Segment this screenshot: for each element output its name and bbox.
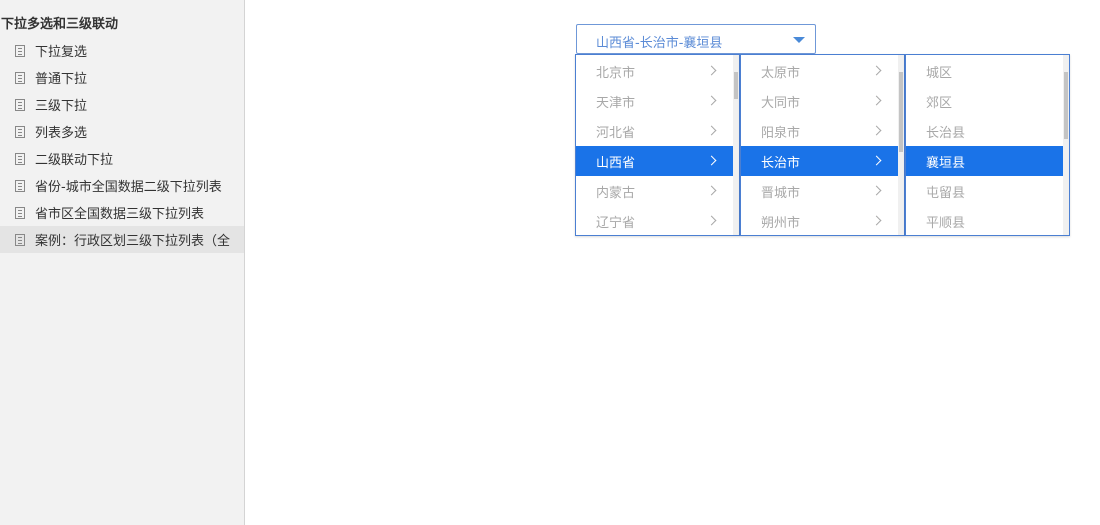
- county-option[interactable]: 平顺县: [906, 206, 1063, 235]
- county-scrollbar[interactable]: [1063, 55, 1069, 235]
- city-option[interactable]: 晋城市: [741, 176, 898, 206]
- option-label: 辽宁省: [596, 215, 636, 231]
- chevron-right-icon: [706, 95, 717, 106]
- option-label: 北京市: [596, 65, 636, 81]
- sidebar-item-label: 列表多选: [35, 126, 88, 141]
- city-option[interactable]: 大同市: [741, 86, 898, 116]
- county-option[interactable]: 长治县: [906, 116, 1063, 146]
- option-label: 长治县: [926, 125, 966, 141]
- chevron-right-icon: [706, 155, 717, 166]
- sidebar-item-label: 三级下拉: [35, 99, 88, 114]
- sidebar-title: 下拉多选和三级联动: [1, 17, 119, 32]
- sidebar-item-province-city[interactable]: 省份-城市全国数据二级下拉列表: [0, 172, 244, 199]
- document-icon: [15, 233, 25, 246]
- city-panel: 太原市 大同市 阳泉市 长治市 晋城市 朔州市: [740, 54, 905, 236]
- scrollbar-thumb[interactable]: [734, 72, 738, 99]
- county-option-selected[interactable]: 襄垣县: [906, 146, 1063, 176]
- county-panel: 城区 郊区 长治县 襄垣县 屯留县 平顺县: [905, 54, 1070, 236]
- sidebar-item-two-level-linkage[interactable]: 二级联动下拉: [0, 145, 244, 172]
- sidebar-item-admin-division-case[interactable]: 案例：行政区划三级下拉列表（全: [0, 226, 244, 253]
- province-option[interactable]: 天津市: [576, 86, 733, 116]
- option-label: 平顺县: [926, 215, 966, 231]
- chevron-right-icon: [871, 155, 882, 166]
- chevron-right-icon: [706, 125, 717, 136]
- chevron-right-icon: [706, 215, 717, 226]
- sidebar-item-normal-dropdown[interactable]: 普通下拉: [0, 64, 244, 91]
- caret-down-icon[interactable]: [793, 37, 805, 43]
- option-label: 天津市: [596, 95, 636, 111]
- scrollbar-thumb[interactable]: [899, 72, 903, 152]
- chevron-right-icon: [871, 125, 882, 136]
- sidebar-item-three-level-dropdown[interactable]: 三级下拉: [0, 91, 244, 118]
- option-label: 太原市: [761, 65, 801, 81]
- sidebar-item-label: 二级联动下拉: [35, 153, 114, 168]
- option-label: 阳泉市: [761, 125, 801, 141]
- sidebar-item-list-multiselect[interactable]: 列表多选: [0, 118, 244, 145]
- cascader-select[interactable]: 山西省-长治市-襄垣县: [576, 24, 816, 54]
- chevron-right-icon: [871, 95, 882, 106]
- province-option-selected[interactable]: 山西省: [576, 146, 733, 176]
- document-icon: [15, 71, 25, 84]
- option-label: 河北省: [596, 125, 636, 141]
- county-list: 城区 郊区 长治县 襄垣县 屯留县 平顺县: [906, 55, 1063, 235]
- option-label: 山西省: [596, 155, 636, 171]
- document-icon: [15, 44, 25, 57]
- document-icon: [15, 98, 25, 111]
- document-icon: [15, 206, 25, 219]
- sidebar: 下拉多选和三级联动 下拉复选 普通下拉 三级下拉 列表多选 二级联动下拉 省份-…: [0, 0, 245, 525]
- sidebar-item-label: 普通下拉: [35, 72, 88, 87]
- province-panel: 北京市 天津市 河北省 山西省 内蒙古 辽宁省: [575, 54, 740, 236]
- sidebar-item-label: 案例：行政区划三级下拉列表（全: [35, 234, 231, 249]
- chevron-right-icon: [871, 65, 882, 76]
- sidebar-item-checkbox-dropdown[interactable]: 下拉复选: [0, 37, 244, 64]
- option-label: 城区: [926, 65, 953, 81]
- document-icon: [15, 179, 25, 192]
- sidebar-list: 下拉复选 普通下拉 三级下拉 列表多选 二级联动下拉 省份-城市全国数据二级下拉…: [0, 37, 244, 253]
- province-scrollbar[interactable]: [733, 55, 739, 235]
- sidebar-item-label: 省份-城市全国数据二级下拉列表: [35, 180, 222, 195]
- chevron-right-icon: [871, 215, 882, 226]
- province-option[interactable]: 内蒙古: [576, 176, 733, 206]
- option-label: 晋城市: [761, 185, 801, 201]
- chevron-right-icon: [871, 185, 882, 196]
- city-scrollbar[interactable]: [898, 55, 904, 235]
- option-label: 内蒙古: [596, 185, 636, 201]
- scrollbar-thumb[interactable]: [1064, 72, 1068, 139]
- option-label: 襄垣县: [926, 155, 966, 171]
- option-label: 郊区: [926, 95, 953, 111]
- city-list: 太原市 大同市 阳泉市 长治市 晋城市 朔州市: [741, 55, 898, 235]
- chevron-right-icon: [706, 185, 717, 196]
- county-option[interactable]: 屯留县: [906, 176, 1063, 206]
- cascader-value: 山西省-长治市-襄垣县: [596, 36, 723, 51]
- province-option[interactable]: 河北省: [576, 116, 733, 146]
- option-label: 屯留县: [926, 185, 966, 201]
- city-option[interactable]: 朔州市: [741, 206, 898, 235]
- province-list: 北京市 天津市 河北省 山西省 内蒙古 辽宁省: [576, 55, 733, 235]
- chevron-right-icon: [706, 65, 717, 76]
- sidebar-item-province-city-district[interactable]: 省市区全国数据三级下拉列表: [0, 199, 244, 226]
- province-option[interactable]: 北京市: [576, 56, 733, 86]
- sidebar-item-label: 下拉复选: [35, 45, 88, 60]
- province-option[interactable]: 辽宁省: [576, 206, 733, 235]
- option-label: 朔州市: [761, 215, 801, 231]
- sidebar-item-label: 省市区全国数据三级下拉列表: [35, 207, 205, 222]
- city-option[interactable]: 阳泉市: [741, 116, 898, 146]
- county-option[interactable]: 城区: [906, 56, 1063, 86]
- county-option[interactable]: 郊区: [906, 86, 1063, 116]
- city-option[interactable]: 太原市: [741, 56, 898, 86]
- city-option-selected[interactable]: 长治市: [741, 146, 898, 176]
- document-icon: [15, 152, 25, 165]
- option-label: 长治市: [761, 155, 801, 171]
- document-icon: [15, 125, 25, 138]
- option-label: 大同市: [761, 95, 801, 111]
